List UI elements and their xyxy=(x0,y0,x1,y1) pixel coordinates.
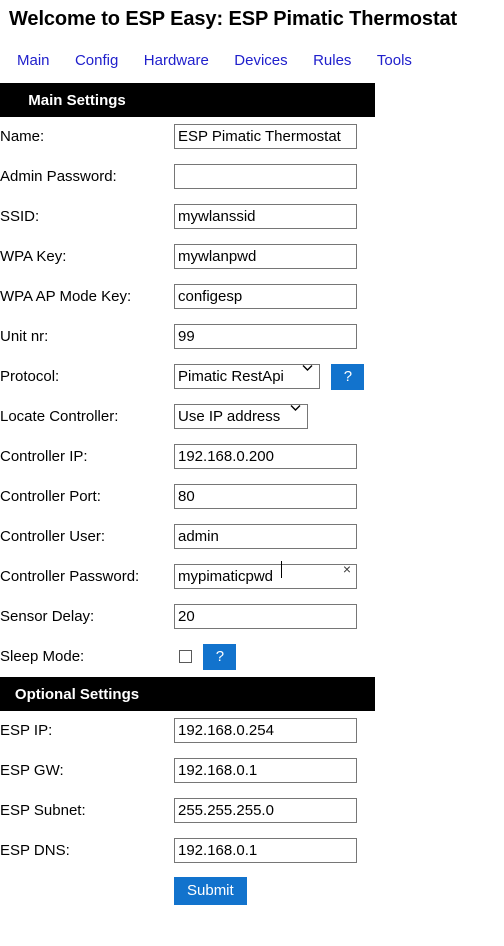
submit-button[interactable]: Submit xyxy=(174,877,247,905)
nav-link-config[interactable]: Config xyxy=(75,50,118,72)
esp-dns-input[interactable] xyxy=(174,838,357,863)
row-controller-ip: Controller IP: xyxy=(0,437,375,477)
page-title: Welcome to ESP Easy: ESP Pimatic Thermos… xyxy=(9,8,458,30)
row-name: Name: xyxy=(0,117,375,157)
row-controller-user: Controller User: xyxy=(0,517,375,557)
cell-name xyxy=(172,117,375,157)
row-protocol: Protocol: Pimatic RestApi ? xyxy=(0,357,375,397)
cell-sensor-delay xyxy=(172,597,375,637)
section-header-filler xyxy=(172,83,375,117)
submit-spacer xyxy=(0,871,172,911)
label-unit-nr: Unit nr: xyxy=(0,328,49,345)
cell-wpa-key xyxy=(172,237,375,277)
label-protocol: Protocol: xyxy=(0,368,60,385)
row-unit-nr: Unit nr: xyxy=(0,317,375,357)
section-title-main-settings: Main Settings xyxy=(0,83,172,117)
row-submit: Submit xyxy=(0,871,375,911)
cell-esp-ip xyxy=(172,711,375,751)
nav-link-main[interactable]: Main xyxy=(17,50,50,72)
wpa-ap-mode-key-input[interactable] xyxy=(174,284,357,309)
label-esp-dns: ESP DNS: xyxy=(0,842,70,859)
label-controller-user: Controller User: xyxy=(0,528,106,545)
sleep-mode-checkbox[interactable] xyxy=(179,650,192,664)
row-wpa-key: WPA Key: xyxy=(0,237,375,277)
section-header-filler xyxy=(172,677,375,711)
cell-unit-nr xyxy=(172,317,375,357)
ssid-input[interactable] xyxy=(174,204,357,229)
clear-icon[interactable]: × xyxy=(343,557,351,582)
text-caret xyxy=(281,561,282,578)
wpa-key-input[interactable] xyxy=(174,244,357,269)
controller-ip-input[interactable] xyxy=(174,444,357,469)
controller-user-input[interactable] xyxy=(174,524,357,549)
cell-controller-port xyxy=(172,477,375,517)
label-esp-ip: ESP IP: xyxy=(0,722,53,739)
label-esp-gw: ESP GW: xyxy=(0,762,64,779)
row-controller-password: Controller Password: × xyxy=(0,557,375,597)
protocol-help-button[interactable]: ? xyxy=(331,363,365,390)
row-controller-port: Controller Port: xyxy=(0,477,375,517)
row-locate-controller: Locate Controller: Use IP address xyxy=(0,397,375,437)
esp-subnet-input[interactable] xyxy=(174,798,357,823)
locate-controller-select-wrapper: Use IP address xyxy=(172,397,308,437)
row-esp-subnet: ESP Subnet: xyxy=(0,791,375,831)
nav-link-rules[interactable]: Rules xyxy=(313,50,351,72)
cell-esp-dns xyxy=(172,831,375,871)
section-header-optional-settings: Optional Settings xyxy=(0,677,375,711)
cell-esp-subnet xyxy=(172,791,375,831)
cell-controller-password: × xyxy=(172,557,375,597)
cell-locate-controller: Use IP address xyxy=(172,397,375,437)
label-admin-password: Admin Password: xyxy=(0,168,117,185)
label-controller-password: Controller Password: xyxy=(0,568,140,585)
cell-controller-ip xyxy=(172,437,375,477)
label-wpa-ap-mode-key: WPA AP Mode Key: xyxy=(0,288,132,305)
esp-ip-input[interactable] xyxy=(174,718,357,743)
label-sleep-mode: Sleep Mode: xyxy=(0,648,85,665)
label-name: Name: xyxy=(0,128,45,145)
row-esp-ip: ESP IP: xyxy=(0,711,375,751)
row-ssid: SSID: xyxy=(0,197,375,237)
label-locate-controller: Locate Controller: xyxy=(0,408,119,425)
cell-controller-user xyxy=(172,517,375,557)
row-esp-dns: ESP DNS: xyxy=(0,831,375,871)
sensor-delay-input[interactable] xyxy=(174,604,357,629)
protocol-select-wrapper: Pimatic RestApi xyxy=(172,357,320,397)
label-ssid: SSID: xyxy=(0,208,40,225)
locate-controller-select[interactable]: Use IP address xyxy=(174,404,308,429)
cell-admin-password xyxy=(172,157,375,197)
row-admin-password: Admin Password: xyxy=(0,157,375,197)
esp-gw-input[interactable] xyxy=(174,758,357,783)
controller-password-input[interactable] xyxy=(174,564,357,589)
controller-password-wrapper: × xyxy=(174,557,357,597)
protocol-select[interactable]: Pimatic RestApi xyxy=(174,364,320,389)
row-sensor-delay: Sensor Delay: xyxy=(0,597,375,637)
sleep-mode-help-button[interactable]: ? xyxy=(203,643,237,670)
cell-wpa-ap-mode-key xyxy=(172,277,375,317)
section-title-optional-settings: Optional Settings xyxy=(0,677,172,711)
label-esp-subnet: ESP Subnet: xyxy=(0,802,86,819)
nav-link-hardware[interactable]: Hardware xyxy=(144,50,209,72)
cell-sleep-mode: ? xyxy=(172,637,375,677)
nav-link-tools[interactable]: Tools xyxy=(377,50,412,72)
section-header-main-settings: Main Settings xyxy=(0,83,375,117)
label-controller-ip: Controller IP: xyxy=(0,448,88,465)
unit-nr-input[interactable] xyxy=(174,324,357,349)
row-esp-gw: ESP GW: xyxy=(0,751,375,791)
cell-protocol: Pimatic RestApi ? xyxy=(172,357,375,397)
settings-form: Main Settings Name: Admin Password: SSID… xyxy=(0,83,375,911)
cell-ssid xyxy=(172,197,375,237)
row-sleep-mode: Sleep Mode: ? xyxy=(0,637,375,677)
name-input[interactable] xyxy=(174,124,357,149)
cell-submit: Submit xyxy=(172,871,375,911)
label-controller-port: Controller Port: xyxy=(0,488,101,505)
cell-esp-gw xyxy=(172,751,375,791)
nav-link-devices[interactable]: Devices xyxy=(234,50,287,72)
admin-password-input[interactable] xyxy=(174,164,357,189)
controller-port-input[interactable] xyxy=(174,484,357,509)
row-wpa-ap-mode-key: WPA AP Mode Key: xyxy=(0,277,375,317)
label-sensor-delay: Sensor Delay: xyxy=(0,608,95,625)
main-navigation: Main Config Hardware Devices Rules Tools xyxy=(0,50,504,72)
label-wpa-key: WPA Key: xyxy=(0,248,67,265)
